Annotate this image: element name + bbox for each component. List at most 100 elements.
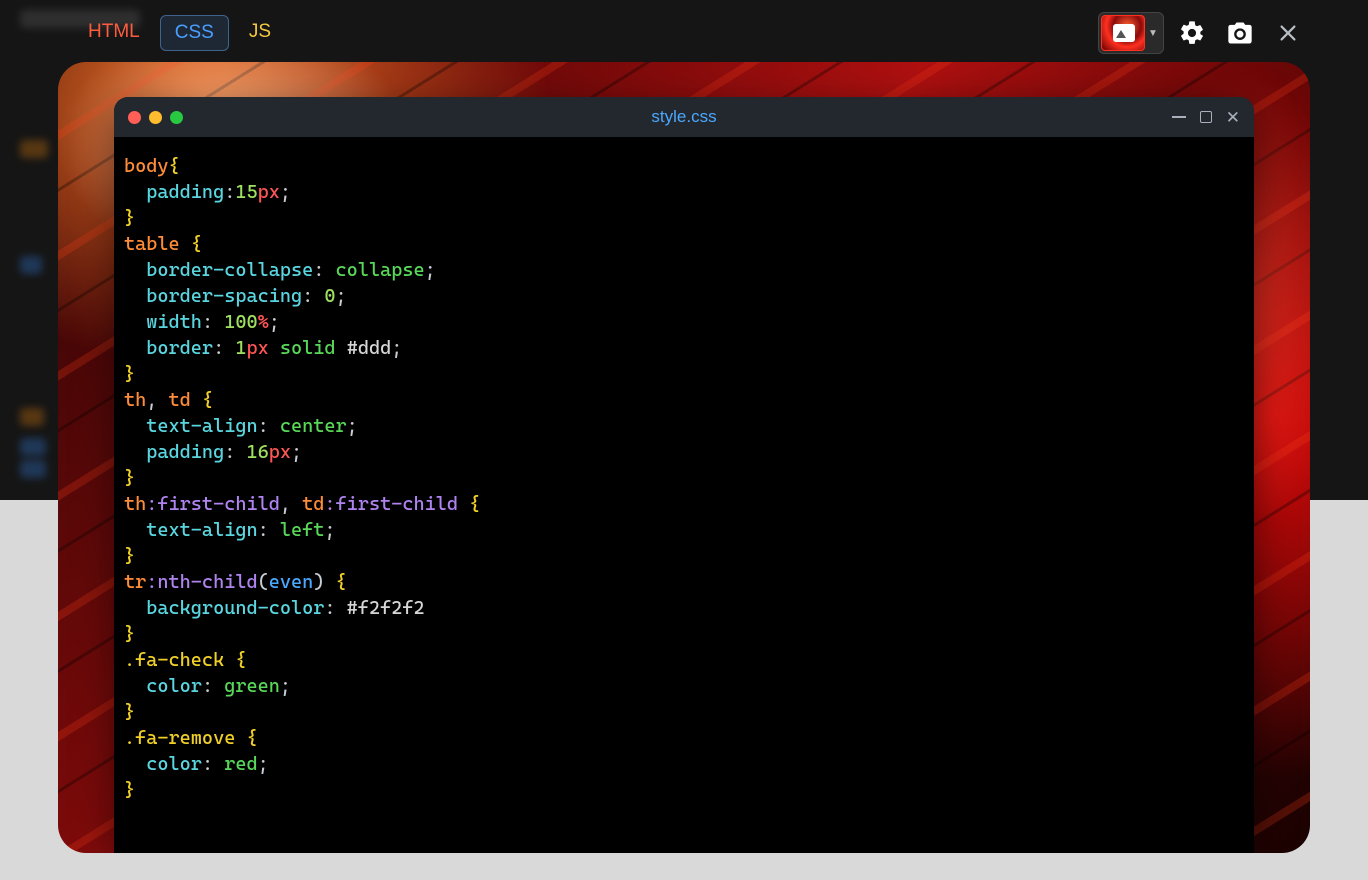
code-token-sel: body	[124, 155, 169, 177]
code-token-num: 16	[246, 441, 268, 463]
code-token-val: green	[224, 675, 280, 697]
code-token-sel: th	[124, 389, 146, 411]
code-token-num: 100	[224, 311, 257, 333]
code-token-val: red	[224, 753, 257, 775]
tab-html[interactable]: HTML	[74, 15, 154, 51]
window-minimize-dot[interactable]	[149, 111, 162, 124]
code-token-prop: border-spacing	[146, 285, 302, 307]
close-icon	[1277, 22, 1299, 44]
code-token-brace: }	[124, 701, 135, 723]
code-token-sel: td	[302, 493, 324, 515]
code-token-brace: {	[235, 649, 246, 671]
app-toolbar: HTML CSS JS ▼	[74, 12, 1308, 54]
editor-window: style.css ✕ body{ padding:15px; } table …	[114, 97, 1254, 853]
code-token-prop: padding	[146, 181, 224, 203]
code-token-brace: {	[169, 155, 180, 177]
code-token-punc: ;	[347, 415, 358, 437]
code-token-num: 15	[235, 181, 257, 203]
code-token-punc: :	[302, 285, 313, 307]
code-token-punc: ;	[336, 285, 347, 307]
code-token-brace: {	[202, 389, 213, 411]
code-token-punc: :	[224, 441, 235, 463]
code-token-fn: even	[269, 571, 314, 593]
code-token-punc: ;	[258, 753, 269, 775]
window-close-dot[interactable]	[128, 111, 141, 124]
close-icon[interactable]: ✕	[1226, 109, 1240, 126]
code-token-prop: color	[146, 753, 202, 775]
code-token-punc: ;	[280, 675, 291, 697]
minimize-icon[interactable]	[1172, 116, 1186, 118]
code-token-num: 0	[324, 285, 335, 307]
traffic-lights	[128, 111, 183, 124]
code-token-unit: px	[246, 337, 268, 359]
screenshot-button[interactable]	[1220, 13, 1260, 53]
code-token-class: .fa-check	[124, 649, 224, 671]
window-zoom-dot[interactable]	[170, 111, 183, 124]
code-token-val: collapse	[336, 259, 425, 281]
code-token-prop: color	[146, 675, 202, 697]
code-token-pseudo: :first-child	[324, 493, 458, 515]
code-token-pseudo: :nth-child	[146, 571, 257, 593]
tab-css[interactable]: CSS	[160, 15, 229, 51]
code-token-val: center	[280, 415, 347, 437]
code-token-sel: tr	[124, 571, 146, 593]
code-token-punc: ;	[425, 259, 436, 281]
code-token-val: left	[280, 519, 325, 541]
code-token-punc: )	[313, 571, 324, 593]
code-token-prop: border	[146, 337, 213, 359]
code-token-prop: border-collapse	[146, 259, 313, 281]
code-token-val: solid	[280, 337, 336, 359]
camera-icon	[1226, 19, 1254, 47]
code-token-punc: ;	[269, 311, 280, 333]
code-token-punc: :	[324, 597, 335, 619]
background-picker[interactable]: ▼	[1098, 12, 1164, 54]
toolbar-right: ▼	[1098, 12, 1308, 54]
code-token-unit: px	[269, 441, 291, 463]
window-titlebar[interactable]: style.css ✕	[114, 97, 1254, 137]
code-token-punc: ;	[324, 519, 335, 541]
code-token-punc: :	[213, 337, 224, 359]
close-button[interactable]	[1268, 13, 1308, 53]
code-token-punc: :	[202, 753, 213, 775]
code-token-hex: #f2f2f2	[347, 597, 425, 619]
settings-button[interactable]	[1172, 13, 1212, 53]
code-token-brace: {	[336, 571, 347, 593]
code-token-pseudo: :first-child	[146, 493, 280, 515]
code-token-punc: :	[202, 675, 213, 697]
code-token-brace: {	[246, 727, 257, 749]
code-token-sel: table	[124, 233, 180, 255]
code-token-sel: td	[169, 389, 191, 411]
maximize-icon[interactable]	[1200, 111, 1212, 123]
chevron-down-icon: ▼	[1145, 28, 1161, 39]
code-token-punc: :	[258, 415, 269, 437]
code-token-brace: }	[124, 207, 135, 229]
language-tabs: HTML CSS JS	[74, 15, 285, 51]
code-token-prop: background-color	[146, 597, 324, 619]
code-token-num: 1	[235, 337, 246, 359]
code-token-punc: (	[258, 571, 269, 593]
image-icon	[1101, 15, 1145, 51]
code-token-class: .fa-remove	[124, 727, 235, 749]
code-token-brace: }	[124, 779, 135, 801]
preview-stage: style.css ✕ body{ padding:15px; } table …	[58, 62, 1310, 853]
window-controls: ✕	[1172, 109, 1240, 126]
code-token-prop: width	[146, 311, 202, 333]
code-token-brace: }	[124, 545, 135, 567]
code-token-prop: text-align	[146, 519, 257, 541]
code-token-sel: th	[124, 493, 146, 515]
code-token-punc: :	[202, 311, 213, 333]
code-token-punc: ;	[291, 441, 302, 463]
code-token-hex: #ddd	[347, 337, 392, 359]
tab-js[interactable]: JS	[235, 15, 285, 51]
code-token-punc: ;	[391, 337, 402, 359]
code-editor[interactable]: body{ padding:15px; } table { border-col…	[114, 137, 1254, 853]
code-token-punc: :	[258, 519, 269, 541]
code-token-punc: :	[224, 181, 235, 203]
code-token-brace: {	[191, 233, 202, 255]
code-token-punc: ;	[280, 181, 291, 203]
code-token-prop: text-align	[146, 415, 257, 437]
code-token-punc: :	[313, 259, 324, 281]
window-title: style.css	[114, 107, 1254, 127]
code-token-unit: %	[258, 311, 269, 333]
code-token-punc: ,	[146, 389, 157, 411]
